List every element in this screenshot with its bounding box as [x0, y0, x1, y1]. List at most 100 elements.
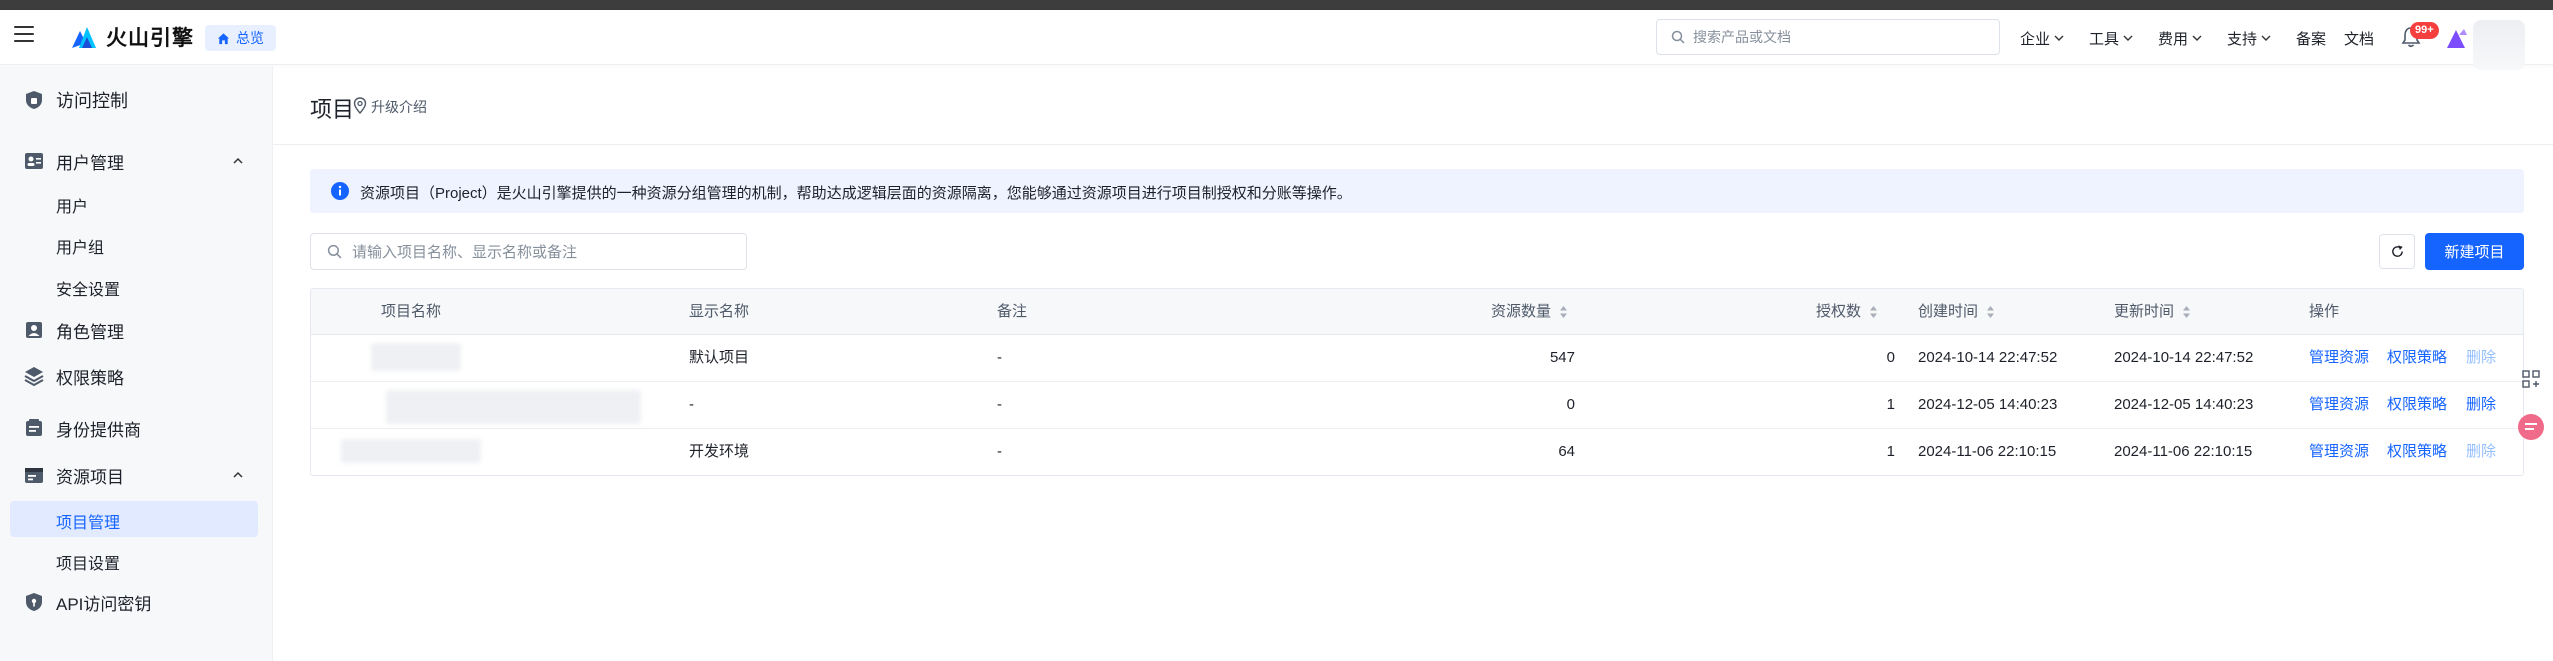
logo[interactable]: 火山引擎: [70, 23, 194, 51]
nav-billing[interactable]: 费用: [2158, 27, 2202, 49]
sidebar-item-label: 角色管理: [56, 322, 124, 342]
upgrade-intro-link[interactable]: 升级介绍: [371, 97, 427, 117]
sidebar-item-access-control[interactable]: 访问控制: [0, 88, 273, 112]
sidebar-item-security-settings[interactable]: 安全设置: [56, 276, 120, 300]
display-name-cell: 默认项目: [689, 349, 750, 366]
column-header-created-at[interactable]: 创建时间: [1918, 289, 1995, 335]
new-project-button[interactable]: 新建项目: [2425, 233, 2524, 270]
nav-support[interactable]: 支持: [2227, 27, 2271, 49]
info-icon: [331, 182, 349, 200]
created-at-cell: 2024-10-14 22:47:52: [1918, 349, 2058, 366]
table-header: 项目名称 显示名称 备注 资源数量 授权数 创建时间 更新时间 操作: [311, 289, 2523, 335]
nav-filing[interactable]: 备案: [2296, 27, 2326, 49]
account-triangle-icon[interactable]: [2445, 27, 2469, 49]
permission-policy-link[interactable]: 权限策略: [2387, 335, 2447, 381]
chevron-down-icon: [2054, 35, 2064, 41]
info-banner: 资源项目（Project）是火山引擎提供的一种资源分组管理的机制，帮助达成逻辑层…: [310, 169, 2524, 213]
divider: [273, 144, 2553, 145]
nav-label: 企业: [2020, 30, 2051, 48]
manage-resources-link[interactable]: 管理资源: [2309, 382, 2369, 428]
nav-docs[interactable]: 文档: [2344, 27, 2374, 49]
column-header-grant-count[interactable]: 授权数: [1816, 289, 1878, 335]
sidebar-item-users[interactable]: 用户: [56, 193, 88, 217]
role-icon: [26, 322, 42, 338]
delete-link[interactable]: 删除: [2466, 335, 2496, 381]
resource-project-icon: [25, 468, 43, 483]
refresh-button[interactable]: [2379, 234, 2415, 269]
column-header-resource-count[interactable]: 资源数量: [1491, 289, 1568, 335]
column-header-note: 备注: [997, 303, 1028, 320]
sidebar-item-label: 用户管理: [56, 153, 124, 173]
overview-button[interactable]: 总览: [205, 25, 276, 51]
sidebar-item-roles[interactable]: 角色管理: [0, 319, 273, 342]
sidebar-item-identity-providers[interactable]: 身份提供商: [0, 417, 273, 440]
search-placeholder: 搜索产品或文档: [1693, 29, 1791, 45]
column-header-label: 资源数量: [1491, 303, 1552, 320]
updated-at-cell: 2024-12-05 14:40:23: [2114, 396, 2254, 413]
apps-grid-icon[interactable]: [2516, 364, 2546, 394]
sidebar-item-project-management[interactable]: 项目管理: [56, 509, 120, 533]
manage-resources-link[interactable]: 管理资源: [2309, 429, 2369, 475]
nav-label: 工具: [2089, 30, 2120, 48]
api-key-icon: [26, 593, 42, 611]
resource-count-cell: 64: [1558, 443, 1575, 460]
refresh-icon: [2391, 245, 2403, 257]
manage-resources-link[interactable]: 管理资源: [2309, 335, 2369, 381]
permission-policy-link[interactable]: 权限策略: [2387, 429, 2447, 475]
chevron-down-icon: [2192, 35, 2202, 41]
delete-link[interactable]: 删除: [2466, 429, 2496, 475]
table-row: 开发环境 - 64 1 2024-11-06 22:10:15 2024-11-…: [311, 429, 2523, 475]
resource-count-cell: 0: [1566, 396, 1575, 413]
project-filter-input[interactable]: 请输入项目名称、显示名称或备注: [310, 233, 747, 270]
sidebar-item-project-settings[interactable]: 项目设置: [56, 550, 120, 574]
redacted-project-name[interactable]: [386, 390, 641, 424]
home-icon: [217, 32, 230, 44]
resource-count-cell: 547: [1549, 349, 1575, 366]
note-cell: -: [997, 443, 1002, 460]
sidebar: 访问控制 用户管理 用户 用户组 安全设置 角色管理 权限策略 身份提供商 资源…: [0, 66, 273, 661]
display-name-cell: 开发环境: [689, 443, 750, 460]
sidebar-item-api-keys[interactable]: API访问密钥: [0, 591, 273, 614]
redacted-project-name[interactable]: [341, 439, 481, 463]
sidebar-item-label: 身份提供商: [56, 420, 141, 440]
page-title: 项目: [310, 97, 355, 122]
sidebar-active-highlight: [10, 501, 258, 537]
updated-at-cell: 2024-10-14 22:47:52: [2114, 349, 2254, 366]
nav-tools[interactable]: 工具: [2089, 27, 2133, 49]
permission-policy-link[interactable]: 权限策略: [2387, 382, 2447, 428]
sort-icon: [1987, 306, 1995, 319]
sidebar-item-resource-projects[interactable]: 资源项目: [0, 464, 273, 487]
nav-label: 费用: [2158, 30, 2189, 48]
sidebar-item-label: API访问密钥: [56, 594, 152, 614]
sidebar-item-label: 权限策略: [56, 368, 124, 388]
menu-icon[interactable]: [14, 26, 34, 46]
sidebar-item-policies[interactable]: 权限策略: [0, 365, 273, 388]
location-pin-icon: [353, 97, 367, 114]
sidebar-item-user-management[interactable]: 用户管理: [0, 150, 273, 173]
nav-label: 文档: [2344, 30, 2375, 48]
sort-icon: [2183, 306, 2191, 319]
assistant-chat-icon[interactable]: [2516, 412, 2546, 442]
chevron-down-icon: [2261, 35, 2271, 41]
search-icon: [327, 244, 342, 259]
user-management-icon: [25, 153, 43, 169]
column-header-actions: 操作: [2309, 303, 2340, 320]
display-name-cell: -: [689, 396, 694, 413]
note-cell: -: [997, 349, 1002, 366]
table-row: - - 0 1 2024-12-05 14:40:23 2024-12-05 1…: [311, 382, 2523, 429]
redacted-project-name[interactable]: [371, 343, 461, 371]
chevron-up-icon: [233, 471, 243, 478]
volcano-logo-icon: [72, 27, 96, 48]
avatar[interactable]: [2473, 20, 2525, 70]
column-header-label: 授权数: [1816, 303, 1862, 320]
global-search-input[interactable]: 搜索产品或文档: [1656, 19, 2000, 55]
column-header-updated-at[interactable]: 更新时间: [2114, 289, 2191, 335]
sidebar-item-user-groups[interactable]: 用户组: [56, 234, 104, 258]
grant-count-cell: 1: [1886, 443, 1895, 460]
delete-link[interactable]: 删除: [2466, 382, 2496, 428]
created-at-cell: 2024-12-05 14:40:23: [1918, 396, 2058, 413]
overview-label: 总览: [236, 30, 264, 46]
column-header-label: 创建时间: [1918, 303, 1979, 320]
nav-enterprise[interactable]: 企业: [2020, 27, 2064, 49]
projects-table: 项目名称 显示名称 备注 资源数量 授权数 创建时间 更新时间 操作 默认项目 …: [310, 288, 2524, 476]
